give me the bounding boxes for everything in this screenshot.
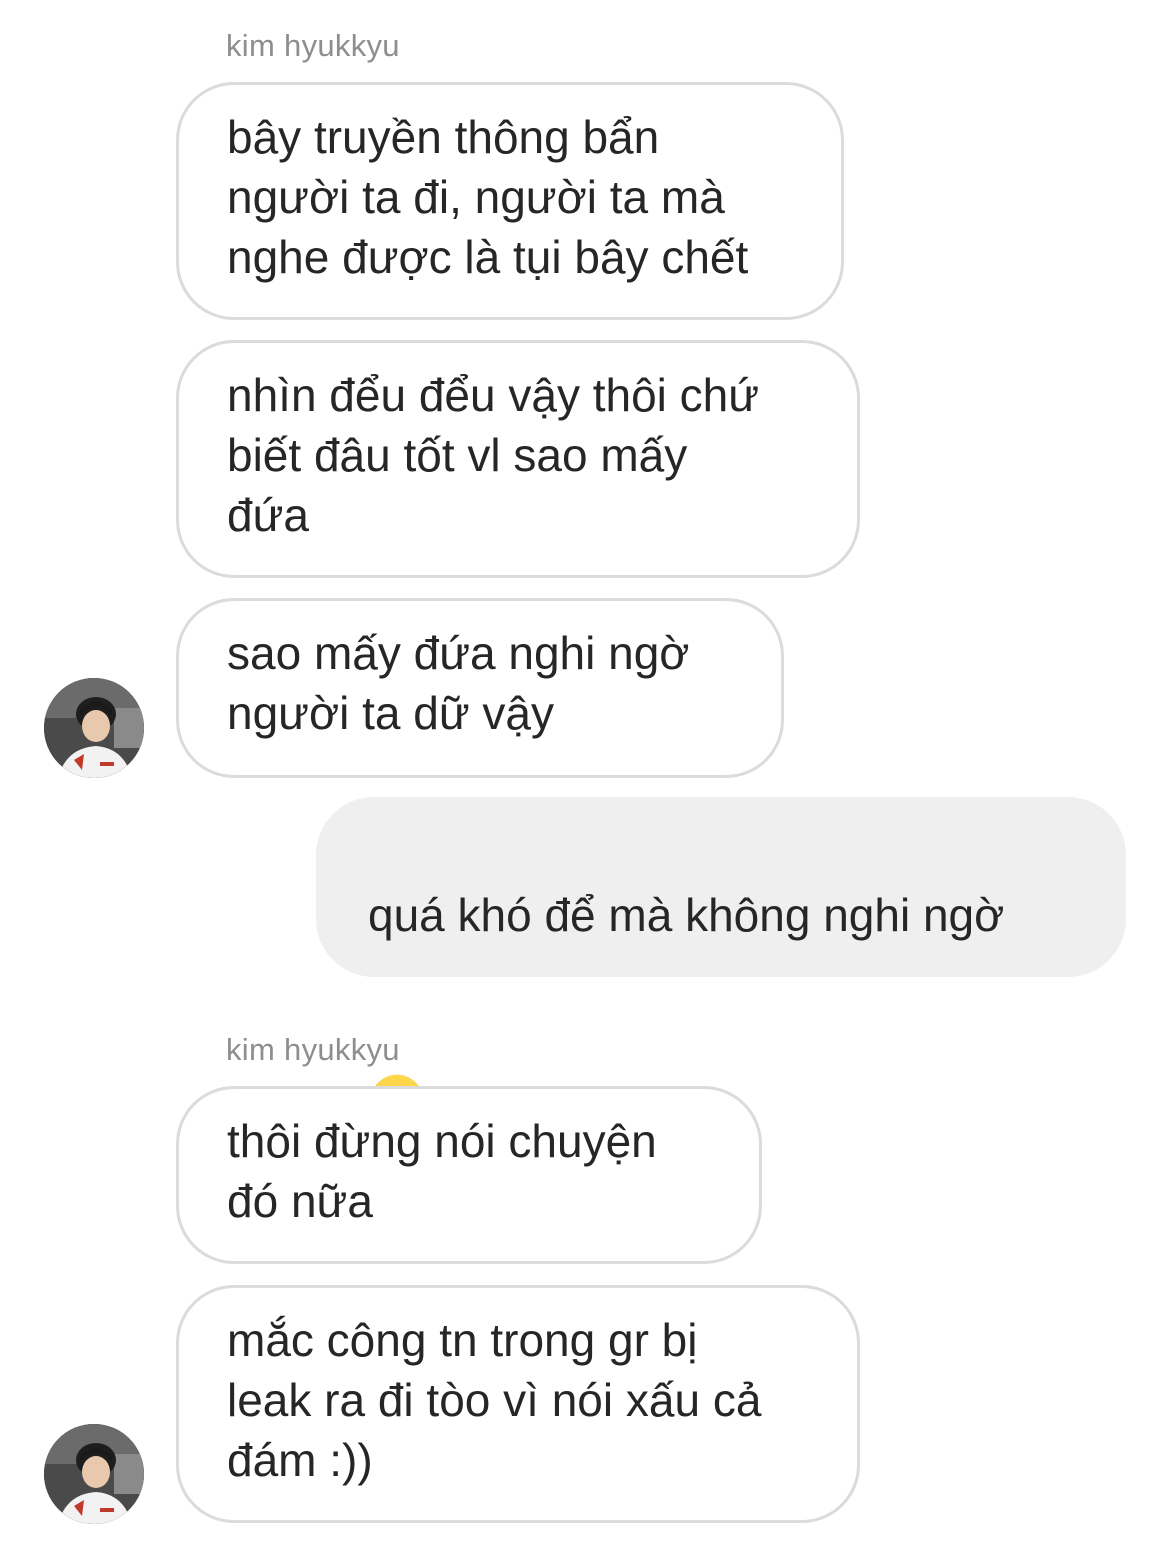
sender-avatar[interactable] — [44, 678, 144, 778]
avatar-photo — [44, 678, 144, 778]
incoming-message-bubble[interactable]: sao mấy đứa nghi ngờ người ta dữ vậy — [176, 598, 784, 778]
incoming-message-bubble[interactable]: bây truyền thông bẩn người ta đi, người … — [176, 82, 844, 320]
incoming-message-bubble[interactable]: nhìn đểu đểu vậy thôi chứ biết đâu tốt v… — [176, 340, 860, 578]
sender-name: kim hyukkyu — [226, 1032, 400, 1067]
sender-name: kim hyukkyu — [226, 28, 400, 63]
outgoing-message-bubble[interactable]: quá khó để mà không nghi ngờ — [316, 797, 1126, 1128]
outgoing-message-text: quá khó để mà không nghi ngờ — [368, 889, 1005, 941]
avatar-photo — [44, 1424, 144, 1524]
sender-avatar[interactable] — [44, 1424, 144, 1524]
incoming-message-bubble[interactable]: mắc công tn trong gr bị leak ra đi tòo v… — [176, 1285, 860, 1523]
incoming-message-bubble[interactable]: thôi đừng nói chuyện đó nữa — [176, 1086, 762, 1264]
